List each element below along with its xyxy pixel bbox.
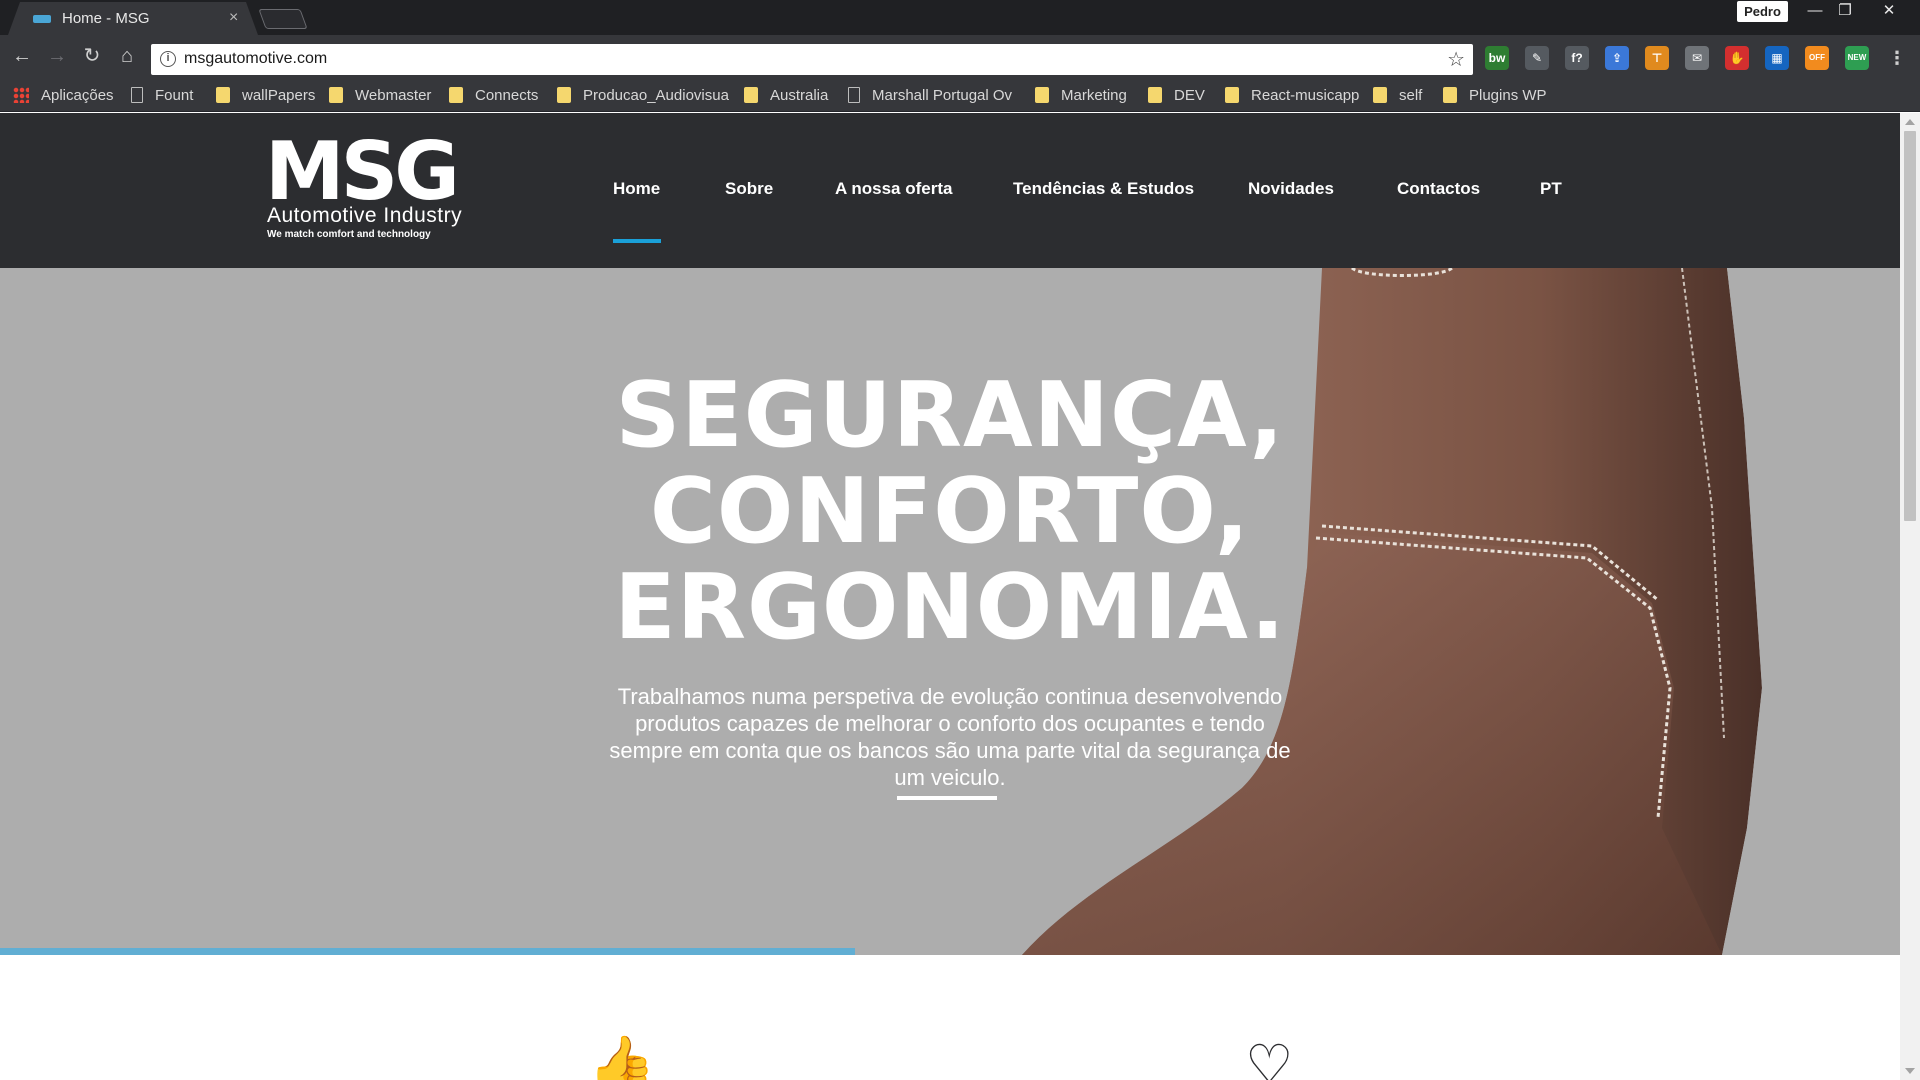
- bookmark-label: Marshall Portugal Ov: [872, 86, 1013, 104]
- hero-description: Trabalhamos numa perspetiva de evolução …: [609, 684, 1291, 790]
- bookmark-folder[interactable]: DEV: [1148, 85, 1205, 105]
- address-bar[interactable]: i msgautomotive.com ☆: [151, 44, 1473, 75]
- bookmark-label: Marketing: [1061, 86, 1127, 104]
- browser-menu-icon[interactable]: ⋮: [1885, 46, 1909, 70]
- folder-icon: [329, 87, 343, 103]
- folder-icon: [1148, 87, 1162, 103]
- forward-icon[interactable]: →: [45, 44, 69, 68]
- tab-close-icon[interactable]: ×: [229, 9, 238, 27]
- bookmark-label: Webmaster: [355, 86, 432, 104]
- bookmark-folder[interactable]: Connects: [449, 85, 538, 105]
- hero-title-line: SEGURANÇA,: [615, 363, 1285, 468]
- folder-icon: [1443, 87, 1457, 103]
- bookmark-label: self: [1399, 86, 1423, 104]
- scroll-down-icon[interactable]: [1905, 1068, 1915, 1074]
- heart-icon: ♡: [1245, 1035, 1294, 1080]
- nav-language[interactable]: PT: [1540, 179, 1562, 199]
- folder-icon: [557, 87, 571, 103]
- ruler-extension-icon[interactable]: ⊤: [1645, 46, 1669, 70]
- bookmark-folder[interactable]: React-musicapp: [1225, 85, 1359, 105]
- bookmark-label: DEV: [1174, 86, 1205, 104]
- bw-extension-icon[interactable]: bw: [1485, 46, 1509, 70]
- folder-icon: [744, 87, 758, 103]
- nav-sobre[interactable]: Sobre: [725, 179, 773, 199]
- restore-icon[interactable]: ❐: [1830, 0, 1860, 22]
- bookmark-label: Fount: [155, 86, 194, 104]
- off-extension-icon[interactable]: OFF: [1805, 46, 1829, 70]
- folder-icon: [1035, 87, 1049, 103]
- new-extension-icon[interactable]: NEW: [1845, 46, 1869, 70]
- profile-button[interactable]: Pedro: [1737, 1, 1788, 22]
- tab-strip: Home - MSG × Pedro — ❐ ✕: [0, 0, 1920, 35]
- folder-icon: [449, 87, 463, 103]
- site-favicon-icon: [33, 15, 51, 23]
- new-tab-button[interactable]: [258, 9, 308, 29]
- bookmark-label: Plugins WP: [1469, 86, 1547, 104]
- bookmark-label: React-musicapp: [1251, 86, 1360, 104]
- bookmark-label: Connects: [475, 86, 539, 104]
- eyedropper-extension-icon[interactable]: ✎: [1525, 46, 1549, 70]
- mail-extension-icon[interactable]: ✉: [1685, 46, 1709, 70]
- apps-grid-icon: [13, 87, 29, 103]
- page-scrollbar[interactable]: [1900, 113, 1920, 1080]
- folder-icon: [1373, 87, 1387, 103]
- bookmark-label: Aplicações: [41, 86, 114, 104]
- logo-mark: MSG: [265, 125, 460, 218]
- upload-extension-icon[interactable]: ⇪: [1605, 46, 1629, 70]
- logo-subtagline: We match comfort and technology: [267, 229, 431, 240]
- folder-icon: [216, 87, 230, 103]
- logo-tagline: Automotive Industry: [267, 204, 463, 227]
- bookmark-folder[interactable]: Webmaster: [329, 85, 431, 105]
- nav-oferta[interactable]: A nossa oferta: [835, 179, 952, 199]
- hero-title-line: CONFORTO,: [649, 459, 1251, 564]
- hero-divider: [897, 796, 997, 800]
- tab-title: Home - MSG: [62, 10, 150, 27]
- bookmark-star-icon[interactable]: ☆: [1447, 47, 1465, 72]
- adblock-extension-icon[interactable]: ✋: [1725, 46, 1749, 70]
- nav-novidades[interactable]: Novidades: [1248, 179, 1334, 199]
- site-header: MSG Automotive Industry We match comfort…: [0, 113, 1900, 268]
- bookmark-label: Producao_Audiovisua: [583, 86, 729, 104]
- hero-title: SEGURANÇA, CONFORTO, ERGONOMIA.: [565, 368, 1335, 656]
- back-icon[interactable]: ←: [10, 44, 34, 68]
- scrollbar-thumb[interactable]: [1904, 131, 1916, 521]
- page-icon: [131, 87, 143, 103]
- active-nav-indicator: [613, 239, 661, 243]
- hero-title-line: ERGONOMIA.: [614, 555, 1286, 660]
- bookmark-apps[interactable]: Aplicações: [13, 85, 114, 105]
- slider-progress-bar: [0, 948, 855, 955]
- page-icon: [848, 87, 860, 103]
- bookmark-folder[interactable]: Australia: [744, 85, 828, 105]
- bookmark-page[interactable]: Marshall Portugal Ov: [848, 85, 1012, 105]
- thumbs-up-icon: 👍: [588, 1034, 656, 1080]
- site-info-icon[interactable]: i: [160, 51, 176, 67]
- bookmarks-bar: Aplicações Fount wallPapers Webmaster Connec…: [0, 77, 1920, 112]
- bookmark-folder[interactable]: self: [1373, 85, 1422, 105]
- bookmark-folder[interactable]: wallPapers: [216, 85, 315, 105]
- nav-contactos[interactable]: Contactos: [1397, 179, 1480, 199]
- nav-home[interactable]: Home: [613, 179, 660, 199]
- home-icon[interactable]: ⌂: [115, 44, 139, 68]
- msg-logo[interactable]: MSG Automotive Industry We match comfort…: [265, 132, 465, 248]
- grid-extension-icon[interactable]: ▦: [1765, 46, 1789, 70]
- browser-tab[interactable]: Home - MSG ×: [8, 2, 258, 35]
- page-viewport: MSG Automotive Industry We match comfort…: [0, 113, 1900, 1080]
- bookmark-folder[interactable]: Plugins WP: [1443, 85, 1547, 105]
- bookmark-label: wallPapers: [242, 86, 316, 104]
- bookmark-folder[interactable]: Marketing: [1035, 85, 1127, 105]
- bookmark-label: Australia: [770, 86, 829, 104]
- bookmark-folder[interactable]: Producao_Audiovisua: [557, 85, 729, 105]
- font-finder-extension-icon[interactable]: f?: [1565, 46, 1589, 70]
- nav-tendencias[interactable]: Tendências & Estudos: [1013, 179, 1194, 199]
- scroll-up-icon[interactable]: [1905, 119, 1915, 125]
- reload-icon[interactable]: ↻: [80, 44, 104, 68]
- minimize-icon[interactable]: —: [1800, 0, 1830, 22]
- folder-icon: [1225, 87, 1239, 103]
- url-text[interactable]: msgautomotive.com: [184, 50, 327, 68]
- hero-slider: SEGURANÇA, CONFORTO, ERGONOMIA. Trabalha…: [0, 268, 1900, 955]
- close-window-icon[interactable]: ✕: [1874, 0, 1904, 22]
- bookmark-page[interactable]: Fount: [131, 85, 193, 105]
